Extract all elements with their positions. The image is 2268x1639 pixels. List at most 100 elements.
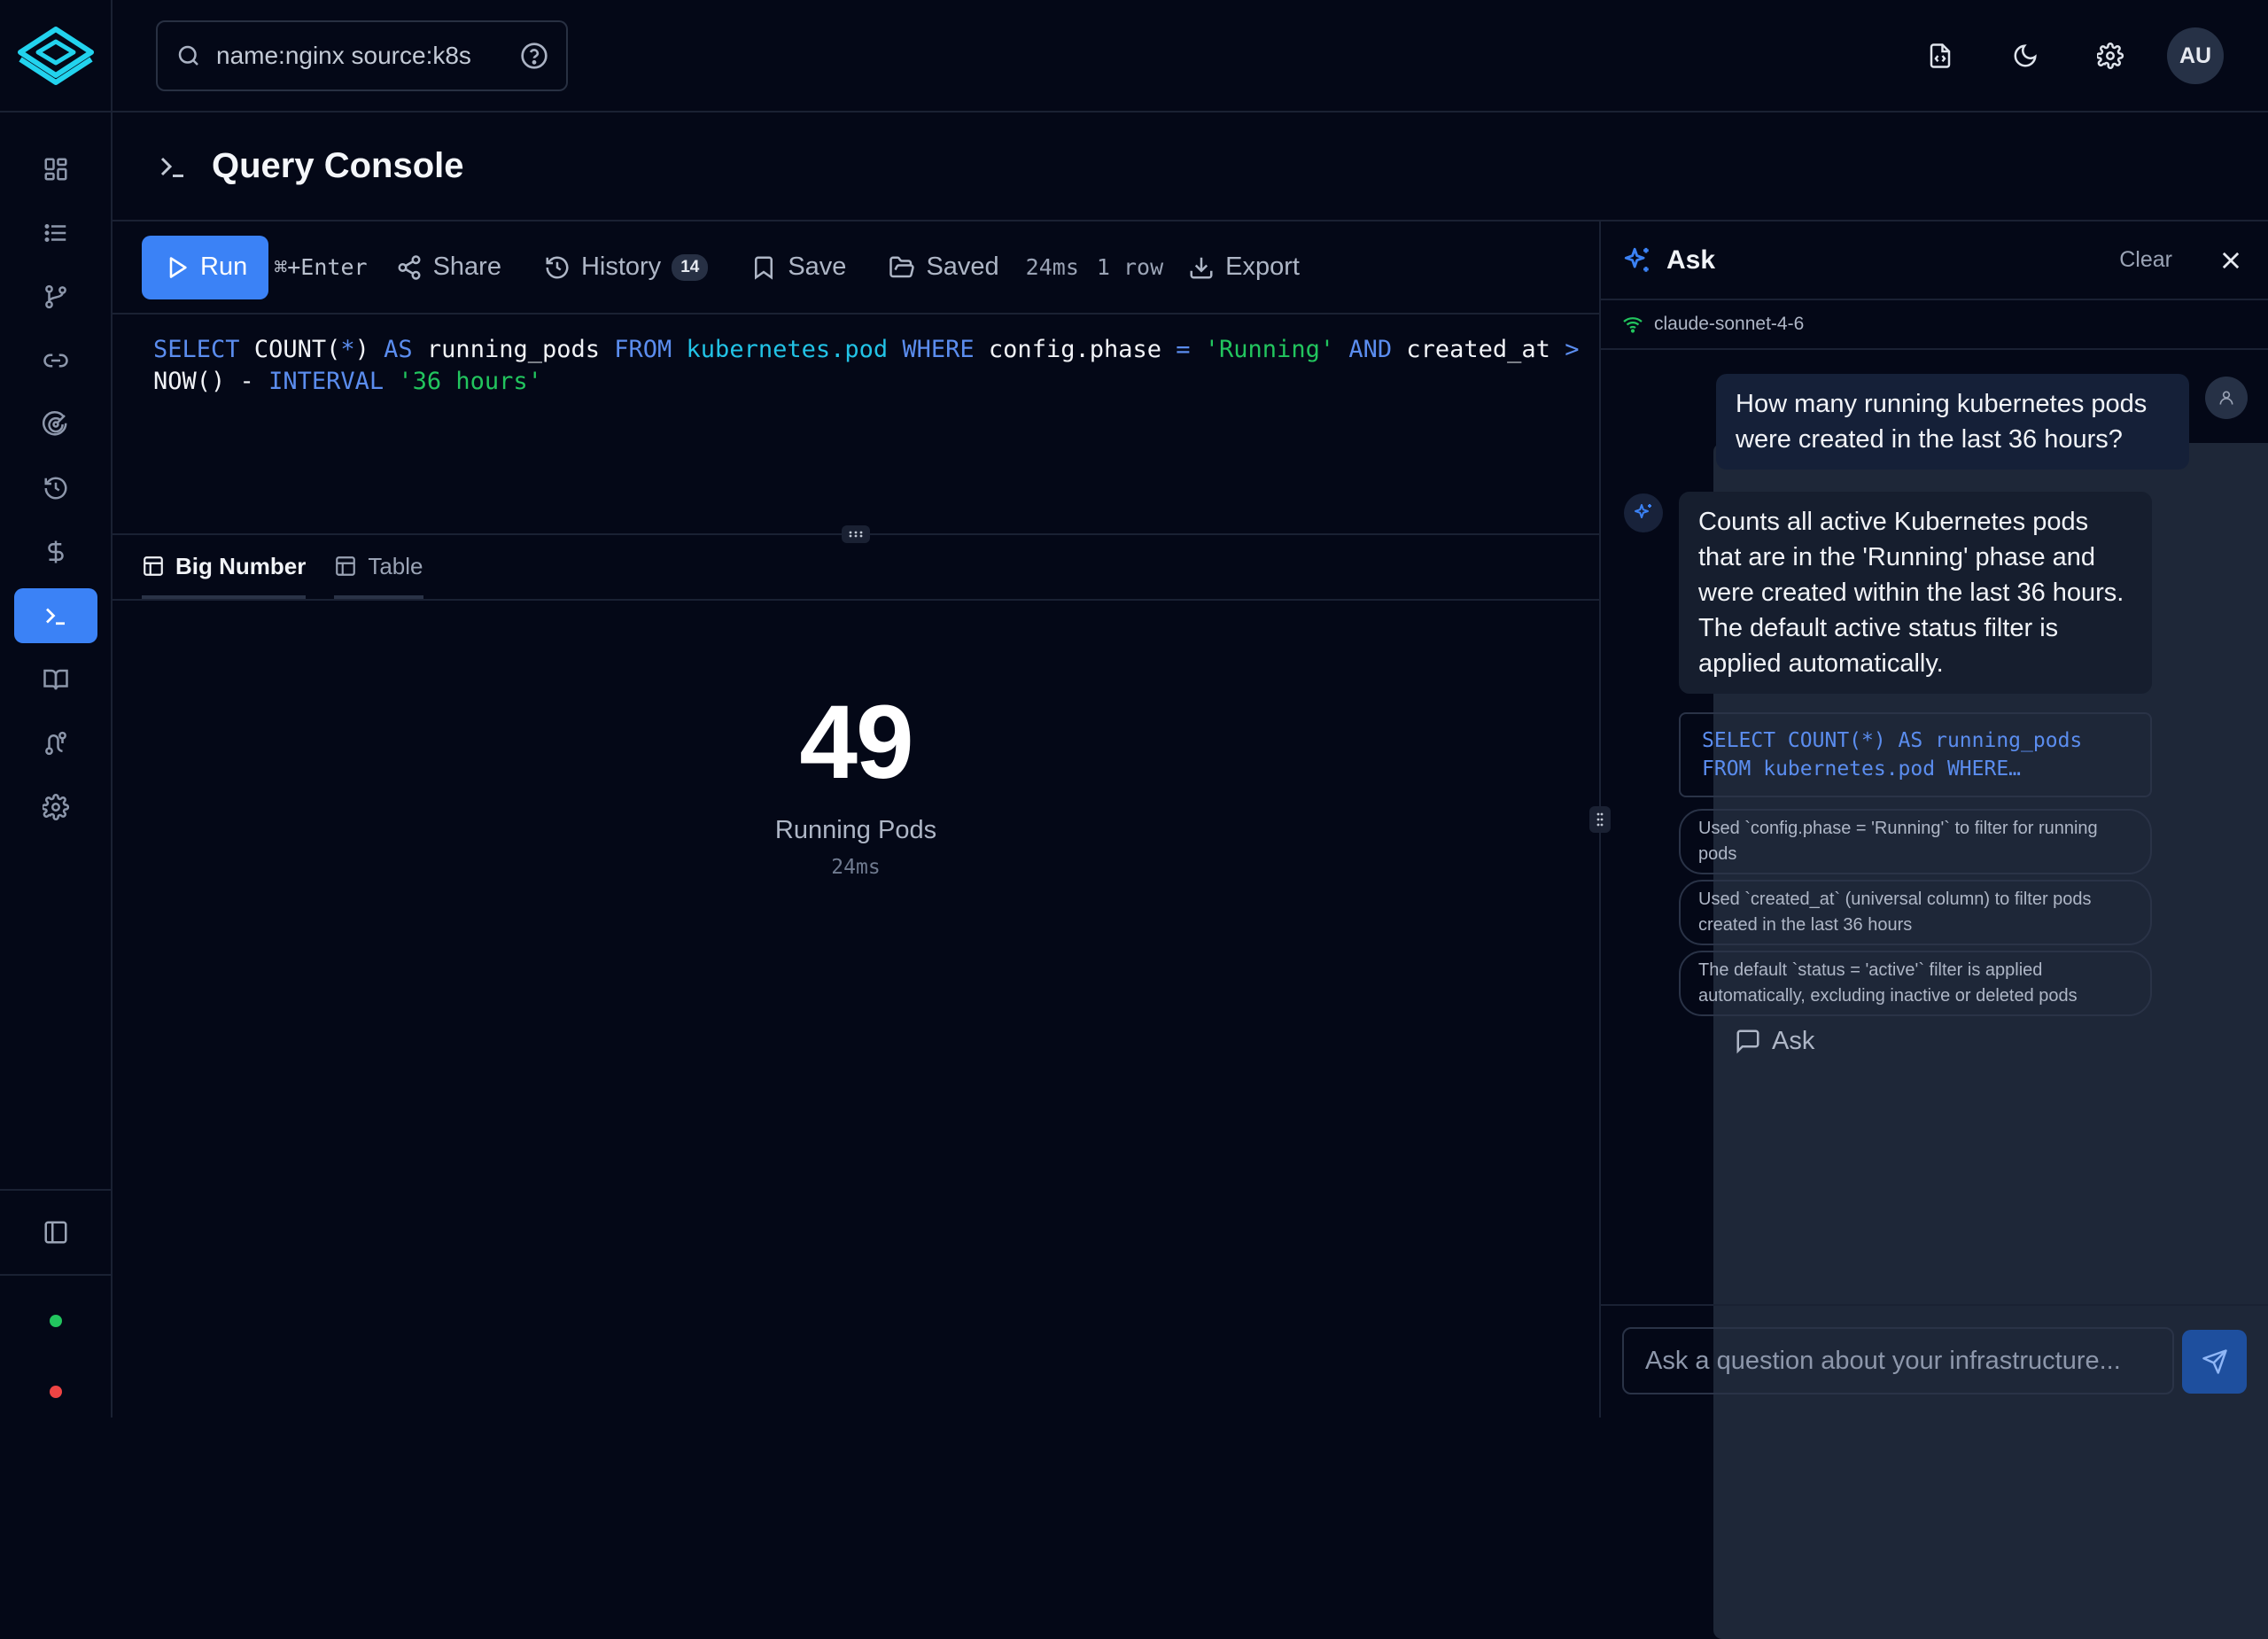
user-message: How many running kubernetes pods were cr… <box>1716 374 2189 470</box>
result-tabs: Big Number Table <box>113 535 1599 601</box>
sparkles-icon <box>1624 247 1649 272</box>
sql-token: - <box>225 368 269 395</box>
send-icon <box>2202 1349 2227 1374</box>
history-icon <box>44 477 67 500</box>
model-indicator: claude-sonnet-4-6 <box>1601 300 2268 350</box>
sidebar-item-cost[interactable] <box>14 524 97 579</box>
collapse-sidebar-button[interactable] <box>0 1189 111 1276</box>
search-input[interactable]: name:nginx source:k8s <box>216 42 506 70</box>
editor-resize-handle[interactable] <box>842 525 870 543</box>
bookmark-icon <box>755 256 773 280</box>
query-toolbar: Run ⌘+Enter Share History 14 Save Saved … <box>113 221 2268 1639</box>
sql-token: created_at <box>1406 336 1550 363</box>
export-button[interactable]: Export <box>1181 236 1321 299</box>
tab-table[interactable]: Table <box>334 544 423 599</box>
list-icon <box>44 224 66 242</box>
ask-title: Ask <box>1666 245 1716 275</box>
model-name: claude-sonnet-4-6 <box>1654 314 1805 334</box>
export-label: Export <box>1225 252 1300 281</box>
save-button[interactable]: Save <box>729 236 867 299</box>
run-button[interactable]: Run <box>142 235 269 299</box>
save-label: Save <box>788 252 847 281</box>
big-number-duration: 24ms <box>831 856 881 879</box>
tab-big-number-label: Big Number <box>175 552 307 579</box>
top-bar: name:nginx source:k8s AU <box>113 0 2268 113</box>
help-icon[interactable] <box>520 42 548 70</box>
sidebar-item-links[interactable] <box>14 333 97 388</box>
ask-panel: Ask Clear claude-sonnet-4-6 How many run… <box>1601 221 2268 1418</box>
file-code-icon <box>1930 43 1951 68</box>
close-icon[interactable] <box>2218 248 2243 273</box>
sql-token: running_pods <box>426 336 600 363</box>
send-button[interactable] <box>2182 1330 2247 1394</box>
book-icon <box>43 669 68 690</box>
sidebar-item-routes[interactable] <box>14 716 97 771</box>
sidebar-item-query-console[interactable] <box>14 588 97 643</box>
sidebar <box>0 0 113 1418</box>
sidebar-item-docs[interactable] <box>14 652 97 707</box>
sql-token: AND <box>1334 336 1407 363</box>
status-indicators <box>0 1276 111 1418</box>
theme-toggle-button[interactable] <box>1997 27 2054 84</box>
sql-editor[interactable]: SELECT COUNT(*) AS running_pods FROM kub… <box>113 315 1599 543</box>
tab-big-number[interactable]: Big Number <box>142 544 307 599</box>
sparkles-icon <box>1635 504 1651 518</box>
share-button[interactable]: Share <box>375 236 523 299</box>
panel-left-icon <box>44 1221 66 1244</box>
sql-token: COUNT( <box>253 336 341 363</box>
grip-icon <box>849 531 863 538</box>
radar-icon <box>43 411 67 436</box>
terminal-icon <box>46 608 65 625</box>
status-dot-red <box>49 1386 62 1398</box>
explanation-note: Used `created_at` (universal column) to … <box>1679 880 2152 945</box>
terminal-icon <box>160 157 183 177</box>
search-icon <box>178 45 198 66</box>
sql-token: WHERE <box>888 336 989 363</box>
generated-sql-line: FROM kubernetes.pod WHERE… <box>1702 757 2022 781</box>
run-shortcut-hint: ⌘+Enter <box>274 254 368 280</box>
history-button[interactable]: History 14 <box>523 236 729 299</box>
sql-token: > <box>1550 336 1580 363</box>
logo[interactable] <box>0 0 111 113</box>
sidebar-item-settings[interactable] <box>14 780 97 835</box>
generated-sql-card[interactable]: SELECT COUNT(*) AS running_pods FROM kub… <box>1679 712 2152 797</box>
history-icon <box>546 256 569 278</box>
sidebar-item-git[interactable] <box>14 269 97 324</box>
page-header: Query Console <box>113 113 2268 221</box>
status-dot-green <box>49 1315 62 1327</box>
generated-sql-line: SELECT COUNT(*) AS running_pods <box>1702 729 2083 752</box>
sidebar-item-list[interactable] <box>14 206 97 260</box>
sql-token: SELECT <box>153 336 240 363</box>
api-docs-button[interactable] <box>1912 27 1969 84</box>
sql-code[interactable]: SELECT COUNT(*) AS running_pods FROM kub… <box>153 334 1579 398</box>
route-icon <box>45 731 66 756</box>
clear-button[interactable]: Clear <box>2119 247 2172 273</box>
sidebar-footer <box>0 1189 111 1418</box>
user-avatar[interactable]: AU <box>2167 27 2224 84</box>
sql-token: INTERVAL <box>268 368 384 395</box>
sidebar-item-radar[interactable] <box>14 397 97 452</box>
ask-input[interactable] <box>1622 1327 2174 1394</box>
settings-button[interactable] <box>2082 27 2139 84</box>
assistant-message: Counts all active Kubernetes pods that a… <box>1679 492 2152 694</box>
sql-token: '36 hours' <box>398 368 542 395</box>
big-number-value: 49 <box>799 684 913 801</box>
sidebar-item-history[interactable] <box>14 461 97 516</box>
sql-token: AS <box>369 336 427 363</box>
sql-token: = <box>1161 336 1205 363</box>
sql-token: ) <box>354 336 369 363</box>
user-avatar-small <box>2205 377 2248 419</box>
link-icon <box>43 353 68 368</box>
explanation-note: The default `status = 'active'` filter i… <box>1679 951 2152 1016</box>
saved-queries-button[interactable]: Saved <box>867 236 1020 299</box>
ask-input-area <box>1601 1304 2268 1418</box>
global-search[interactable]: name:nginx source:k8s <box>156 20 568 91</box>
sql-token: 'Running' <box>1204 336 1335 363</box>
logo-icon <box>17 26 94 85</box>
settings-icon <box>43 794 69 820</box>
sidebar-item-dashboard[interactable] <box>14 142 97 197</box>
share-icon <box>398 254 421 280</box>
folder-open-icon <box>889 256 915 277</box>
